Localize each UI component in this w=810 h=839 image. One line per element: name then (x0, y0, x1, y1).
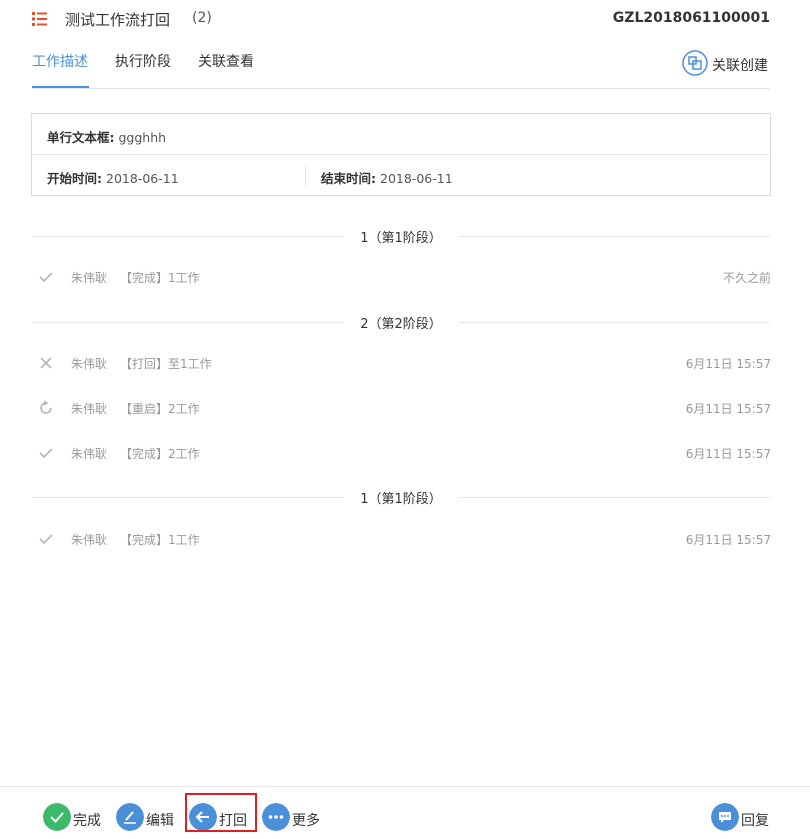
check-icon (39, 534, 53, 545)
entry-action: 【完成】1工作 (120, 533, 200, 547)
tab-execution-stage[interactable]: 执行阶段 (115, 51, 171, 71)
entry-time: 6月11日 15:57 (685, 447, 771, 461)
activity-entry: 朱伟耿 【重启】2工作 6月11日 15:57 (38, 397, 771, 419)
field-row-text: 单行文本框: ggghhh (32, 114, 770, 155)
entry-user: 朱伟耿 (71, 447, 108, 461)
complete-button[interactable]: 完成 (43, 803, 103, 833)
activity-entry: 朱伟耿 【完成】1工作 不久之前 (38, 266, 771, 288)
list-icon (32, 12, 47, 26)
edit-label: 编辑 (146, 813, 174, 829)
end-time-label: 结束时间: (321, 171, 376, 186)
end-time-field: 结束时间: 2018-06-11 (321, 168, 453, 187)
entry-action: 【重启】2工作 (120, 402, 200, 416)
single-text-field: 单行文本框: ggghhh (47, 127, 166, 146)
tab-bar: 工作描述 执行阶段 关联查看 关联创建 (32, 46, 770, 89)
more-button[interactable]: 更多 (262, 803, 322, 833)
entry-user: 朱伟耿 (71, 357, 108, 371)
start-time-value: 2018-06-11 (106, 171, 179, 186)
field-row-time: 开始时间: 2018-06-11 结束时间: 2018-06-11 (32, 155, 770, 195)
link-create-icon (682, 50, 708, 76)
stage-label: 1（第1阶段） (344, 488, 458, 507)
tab-description[interactable]: 工作描述 (32, 51, 88, 71)
single-text-value: ggghhh (118, 130, 167, 145)
restart-icon (40, 400, 52, 414)
page-title: 测试工作流打回 (65, 11, 171, 29)
entry-action: 【完成】1工作 (120, 271, 200, 285)
header: 测试工作流打回 (2) GZL2018061100001 (0, 0, 810, 40)
entry-user: 朱伟耿 (71, 533, 108, 547)
more-label: 更多 (292, 813, 320, 829)
entry-time: 6月11日 15:57 (685, 533, 771, 547)
check-icon (39, 448, 53, 459)
activity-entry: 朱伟耿 【完成】1工作 6月11日 15:57 (38, 528, 771, 550)
entry-time: 不久之前 (722, 271, 771, 285)
check-icon (39, 272, 53, 283)
link-create-button[interactable]: 关联创建 (682, 50, 770, 76)
reply-label: 回复 (741, 813, 769, 829)
entry-user: 朱伟耿 (71, 271, 108, 285)
x-icon (40, 357, 52, 369)
link-create-label: 关联创建 (712, 58, 768, 74)
stage-label: 2（第2阶段） (344, 313, 458, 332)
form-fields: 单行文本框: ggghhh 开始时间: 2018-06-11 结束时间: 2018-0… (31, 113, 771, 196)
entry-user: 朱伟耿 (71, 402, 108, 416)
stage-divider: 1（第1阶段） (32, 225, 770, 247)
check-circle-icon (43, 803, 71, 831)
action-bar: 完成 编辑 打回 更多 回复 (0, 786, 810, 839)
start-time-label: 开始时间: (47, 171, 102, 186)
entry-time: 6月11日 15:57 (685, 402, 771, 416)
reply-button[interactable]: 回复 (711, 803, 771, 833)
stage-divider: 1（第1阶段） (32, 486, 770, 508)
workflow-code: GZL2018061100001 (612, 10, 770, 26)
stage-divider: 2（第2阶段） (32, 311, 770, 333)
more-icon (262, 803, 290, 831)
chat-icon (711, 803, 739, 831)
edit-button[interactable]: 编辑 (116, 803, 176, 833)
entry-action: 【完成】2工作 (120, 447, 200, 461)
active-tab-indicator (32, 86, 89, 88)
entry-action: 【打回】至1工作 (120, 357, 212, 371)
highlight-box (185, 793, 257, 832)
field-divider (305, 165, 306, 187)
end-time-value: 2018-06-11 (380, 171, 453, 186)
entry-time: 6月11日 15:57 (685, 357, 771, 371)
activity-entry: 朱伟耿 【完成】2工作 6月11日 15:57 (38, 442, 771, 464)
tab-related-view[interactable]: 关联查看 (198, 51, 254, 71)
start-time-field: 开始时间: 2018-06-11 (47, 168, 179, 187)
stage-label: 1（第1阶段） (344, 227, 458, 246)
activity-entry: 朱伟耿 【打回】至1工作 6月11日 15:57 (38, 352, 771, 374)
edit-icon (116, 803, 144, 831)
count-badge: (2) (192, 10, 212, 26)
complete-label: 完成 (73, 813, 101, 829)
single-text-label: 单行文本框: (47, 130, 115, 145)
